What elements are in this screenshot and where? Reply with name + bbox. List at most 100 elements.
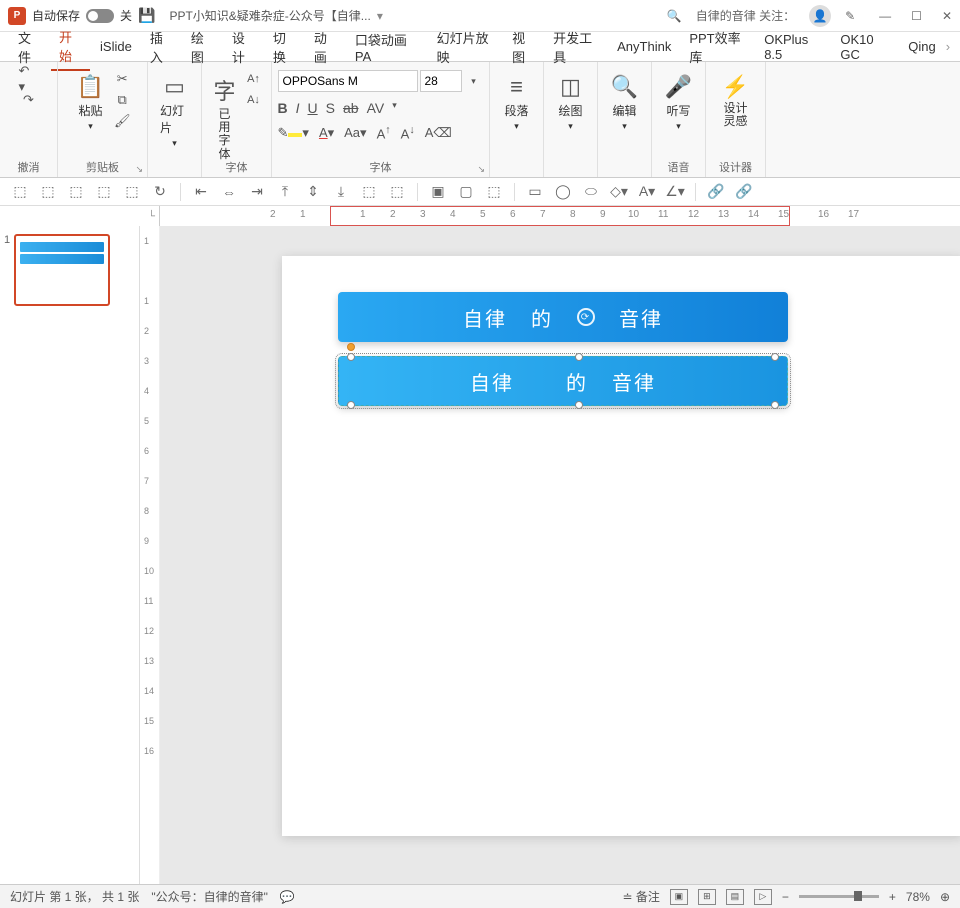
resize-handle[interactable] <box>347 401 355 409</box>
text-box-icon[interactable]: A▾ <box>637 182 657 202</box>
clear-format-button[interactable]: A⌫ <box>425 125 452 141</box>
paste-button[interactable]: 📋 粘贴 ▾ <box>73 70 108 136</box>
zoom-out-button[interactable]: − <box>782 890 789 904</box>
paragraph-button[interactable]: ≡ 段落 ▾ <box>500 70 532 136</box>
maximize-icon[interactable]: ☐ <box>911 9 922 23</box>
reading-view-icon[interactable]: ▤ <box>726 889 744 905</box>
tab-anythink[interactable]: AnyThink <box>609 35 679 58</box>
minimize-icon[interactable]: — <box>879 9 891 23</box>
avatar-icon[interactable]: 👤 <box>809 5 831 27</box>
distribute-h-icon[interactable]: ⬚ <box>359 182 379 202</box>
thumbnail-item[interactable]: 1 <box>4 234 135 306</box>
group-icon[interactable]: ⬚ <box>484 182 504 202</box>
underline-button[interactable]: U <box>308 100 318 116</box>
sorter-view-icon[interactable]: ⊞ <box>698 889 716 905</box>
tabs-overflow-icon[interactable]: › <box>946 39 950 54</box>
increase-font-button[interactable]: A↑ <box>377 124 391 141</box>
zoom-slider[interactable] <box>799 895 879 898</box>
drawing-button[interactable]: ◫ 绘图 ▾ <box>554 70 586 136</box>
account-label[interactable]: 自律的音律 关注： <box>696 7 795 24</box>
normal-view-icon[interactable]: ▣ <box>670 889 688 905</box>
shrink-font-icon[interactable]: A↓ <box>244 91 264 109</box>
format-painter-icon[interactable]: 🖌 <box>112 112 132 130</box>
dictate-button[interactable]: 🎤 听写 ▾ <box>661 70 696 136</box>
slide[interactable]: 自律 的 ⟳ 音律 自律 的 音律 <box>282 256 960 836</box>
resize-handle[interactable] <box>575 353 583 361</box>
decrease-font-button[interactable]: A↓ <box>401 124 415 141</box>
qat-icon-1[interactable]: ⬚ <box>10 182 30 202</box>
align-right-icon[interactable]: ⇥ <box>247 182 267 202</box>
shadow-button[interactable]: ab <box>343 100 359 116</box>
undo-icon[interactable]: ↶ ▾ <box>19 70 39 88</box>
copy-icon[interactable]: ⧉ <box>112 91 132 109</box>
zoom-level[interactable]: 78% <box>906 890 930 904</box>
slideshow-view-icon[interactable]: ▷ <box>754 889 772 905</box>
cut-icon[interactable]: ✂ <box>112 70 132 88</box>
designer-button[interactable]: ⚡ 设计 灵感 <box>718 70 753 132</box>
align-center-h-icon[interactable]: ⇔ <box>219 182 239 202</box>
resize-handle[interactable] <box>771 401 779 409</box>
qat-icon-3[interactable]: ⬚ <box>66 182 86 202</box>
line-icon[interactable]: ∠▾ <box>665 182 685 202</box>
shape-2-selected[interactable]: 自律 的 音律 <box>338 356 788 406</box>
resize-handle[interactable] <box>347 353 355 361</box>
char-spacing-button[interactable]: AV <box>367 100 385 116</box>
resize-handle[interactable] <box>771 353 779 361</box>
distribute-v-icon[interactable]: ⬚ <box>387 182 407 202</box>
thumbnail-preview[interactable] <box>14 234 110 306</box>
strike-button[interactable]: S <box>326 100 335 116</box>
notes-button[interactable]: ≐ 备注 <box>622 888 659 905</box>
editing-button[interactable]: 🔍 编辑 ▾ <box>607 70 642 136</box>
clipboard-launcher-icon[interactable]: ↘ <box>135 164 143 175</box>
shape-oval-icon[interactable]: ◯ <box>553 182 573 202</box>
fit-to-window-icon[interactable]: ⊕ <box>940 890 950 904</box>
close-icon[interactable]: ✕ <box>942 9 952 23</box>
zoom-in-button[interactable]: + <box>889 890 896 904</box>
send-back-icon[interactable]: ▢ <box>456 182 476 202</box>
font-color-button[interactable]: A▾ <box>319 125 334 141</box>
font-family-select[interactable] <box>278 70 418 92</box>
save-icon[interactable]: 💾 <box>138 7 155 24</box>
pen-icon[interactable]: ✎ <box>845 9 855 23</box>
align-middle-icon[interactable]: ⇕ <box>303 182 323 202</box>
font-launcher-icon[interactable]: ↘ <box>477 164 485 175</box>
toggle-switch[interactable] <box>86 9 114 23</box>
shape-roundrect-icon[interactable]: ⬭ <box>581 182 601 202</box>
shape-rect-icon[interactable]: ▭ <box>525 182 545 202</box>
new-slide-button[interactable]: ▭ 幻灯片 ▾ <box>156 70 193 153</box>
autosave-toggle[interactable]: 自动保存 关 <box>32 7 132 24</box>
font-size-select[interactable] <box>420 70 462 92</box>
qat-icon-2[interactable]: ⬚ <box>38 182 58 202</box>
used-fonts-button[interactable]: 字 已用字 体 <box>210 70 240 165</box>
grow-font-icon[interactable]: A↑ <box>244 70 264 88</box>
accessibility-icon[interactable]: 💬 <box>280 890 295 904</box>
qat-icon-6[interactable]: ↻ <box>150 182 170 202</box>
slide-counter[interactable]: 幻灯片 第 1 张， 共 1 张 <box>10 888 139 905</box>
canvas-area[interactable]: 自律 的 ⟳ 音律 自律 的 音律 <box>160 226 960 884</box>
font-size-dropdown-icon[interactable]: ▾ <box>464 72 484 90</box>
redo-icon[interactable]: ↷ <box>19 91 39 109</box>
tab-islide[interactable]: iSlide <box>92 35 140 58</box>
bold-button[interactable]: B <box>278 100 288 116</box>
tab-okplus[interactable]: OKPlus 8.5 <box>756 28 830 66</box>
change-case-button[interactable]: Aa▾ <box>344 125 366 141</box>
rotate-handle[interactable] <box>347 343 355 351</box>
link2-icon[interactable]: 🔗 <box>734 182 754 202</box>
link-icon[interactable]: 🔗 <box>706 182 726 202</box>
align-left-icon[interactable]: ⇤ <box>191 182 211 202</box>
qat-icon-4[interactable]: ⬚ <box>94 182 114 202</box>
bring-front-icon[interactable]: ▣ <box>428 182 448 202</box>
title-dropdown[interactable]: ▾ <box>377 9 383 23</box>
align-bottom-icon[interactable]: ⤓ <box>331 182 351 202</box>
tab-ok10[interactable]: OK10 GC <box>832 28 898 66</box>
more-shapes-icon[interactable]: ◇▾ <box>609 182 629 202</box>
highlight-color-button[interactable]: ✎▾ <box>278 125 309 141</box>
qat-icon-5[interactable]: ⬚ <box>122 182 142 202</box>
shape-1[interactable]: 自律 的 ⟳ 音律 <box>338 292 788 342</box>
tab-qing[interactable]: Qing <box>900 35 943 58</box>
doc-title[interactable]: PPT小知识&疑难杂症-公众号【自律... <box>169 7 370 24</box>
ruler-track[interactable]: 2 1 1 2 3 4 5 6 7 8 9 10 11 12 13 14 15 … <box>160 206 960 226</box>
resize-handle[interactable] <box>575 401 583 409</box>
italic-button[interactable]: I <box>296 100 300 116</box>
search-icon[interactable]: 🔍 <box>667 9 682 23</box>
